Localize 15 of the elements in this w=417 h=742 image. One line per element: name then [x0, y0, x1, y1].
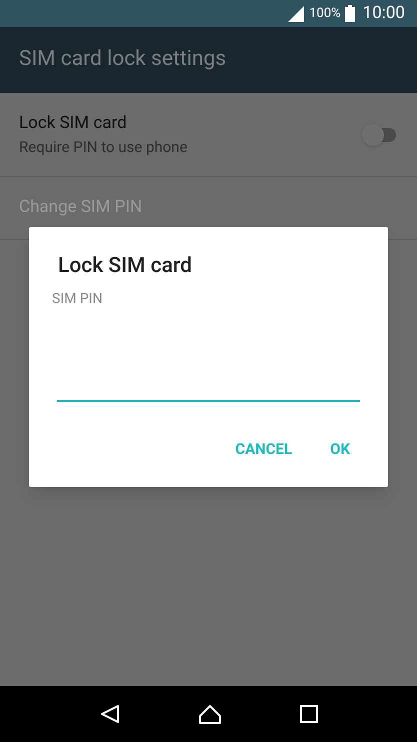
field-label: SIM PIN	[52, 290, 104, 308]
battery-icon	[344, 5, 355, 22]
app-bar-title: SIM card lock settings	[19, 46, 226, 74]
dialog-title: Lock SIM card	[58, 253, 193, 280]
battery-percent: 100%	[309, 4, 341, 23]
signal-icon	[287, 6, 306, 22]
setting-summary: Require PIN to use phone	[19, 137, 188, 158]
dialog-button[interactable]: OK	[330, 438, 350, 460]
recents-icon[interactable]	[300, 705, 318, 723]
back-icon[interactable]	[100, 704, 120, 724]
toggle-switch[interactable]	[362, 124, 398, 146]
dialog-button[interactable]: CANCEL	[235, 438, 292, 460]
clock: 10:00	[362, 2, 405, 25]
setting-title: Lock SIM card	[19, 112, 128, 134]
home-icon[interactable]	[198, 704, 220, 724]
